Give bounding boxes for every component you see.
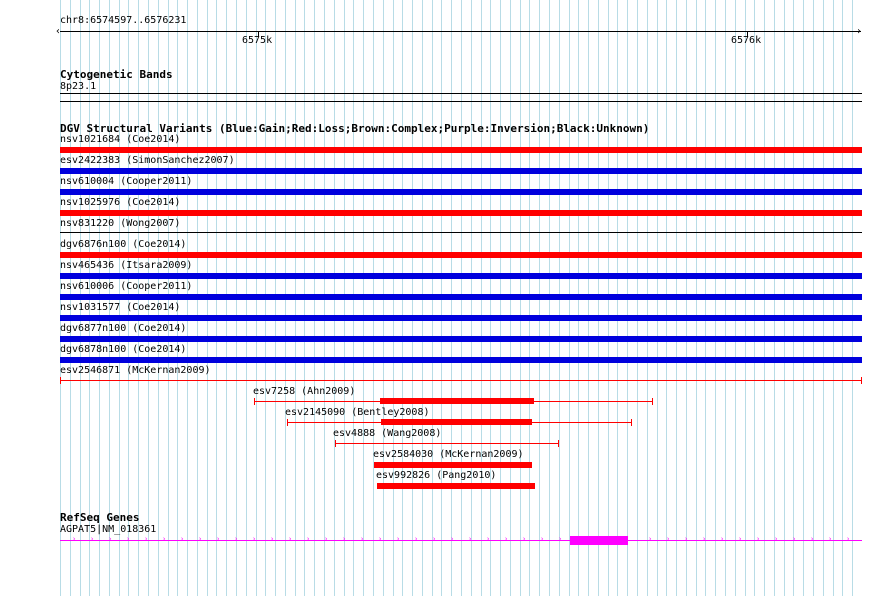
strand-arrow-icon: › xyxy=(306,535,311,543)
strand-arrow-icon: › xyxy=(450,535,455,543)
strand-arrow-icon: › xyxy=(792,535,797,543)
feature-label[interactable]: esv2546871 (McKernan2009) xyxy=(60,365,211,377)
ruler-tick-label: 6576k xyxy=(731,35,762,46)
gain-feature-bar[interactable] xyxy=(60,273,862,279)
strand-arrow-icon: › xyxy=(234,535,239,543)
feature-label[interactable]: esv2422383 (SimonSanchez2007) xyxy=(60,155,235,167)
strand-arrow-icon: › xyxy=(684,535,689,543)
ruler-left-arrow: ‹ xyxy=(55,26,62,37)
cytoband-track-title[interactable]: Cytogenetic Bands xyxy=(60,68,173,81)
loss-feature-bar[interactable] xyxy=(60,252,862,258)
loss-feature-bar[interactable] xyxy=(381,419,532,425)
strand-arrow-icon: › xyxy=(486,535,491,543)
strand-arrow-icon: › xyxy=(738,535,743,543)
feature-end-cap xyxy=(254,398,255,405)
strand-arrow-icon: › xyxy=(522,535,527,543)
ruler-right-arrow: › xyxy=(856,26,863,37)
gain-feature-bar[interactable] xyxy=(60,168,862,174)
unknown-feature-bar[interactable] xyxy=(60,232,862,233)
cytoband-top-line xyxy=(60,93,862,94)
strand-arrow-icon: › xyxy=(432,535,437,543)
ruler-location-label: chr8:6574597..6576231 xyxy=(60,15,187,26)
loss-feature-bar[interactable] xyxy=(380,398,534,404)
strand-arrow-icon: › xyxy=(504,535,509,543)
strand-arrow-icon: › xyxy=(162,535,167,543)
strand-arrow-icon: › xyxy=(288,535,293,543)
feature-end-cap xyxy=(652,398,653,405)
strand-arrow-icon: › xyxy=(702,535,707,543)
feature-label[interactable]: nsv1021684 (Coe2014) xyxy=(60,134,180,146)
gain-feature-bar[interactable] xyxy=(60,357,862,363)
feature-label[interactable]: nsv610006 (Cooper2011) xyxy=(60,281,192,293)
refseq-track-title[interactable]: RefSeq Genes xyxy=(60,511,139,524)
strand-arrow-icon: › xyxy=(270,535,275,543)
strand-arrow-icon: › xyxy=(756,535,761,543)
cytoband-label[interactable]: 8p23.1 xyxy=(60,81,96,93)
strand-arrow-icon: › xyxy=(90,535,95,543)
feature-label[interactable]: nsv610004 (Cooper2011) xyxy=(60,176,192,188)
strand-arrow-icon: › xyxy=(396,535,401,543)
strand-arrow-icon: › xyxy=(468,535,473,543)
feature-end-cap xyxy=(335,440,336,447)
ruler-axis-line xyxy=(60,31,861,32)
loss-feature-bar[interactable] xyxy=(60,147,862,153)
strand-arrow-icon: › xyxy=(666,535,671,543)
feature-label[interactable]: nsv465436 (Itsara2009) xyxy=(60,260,192,272)
loss-feature-line[interactable] xyxy=(335,443,559,444)
feature-end-cap xyxy=(287,419,288,426)
ruler-tick-label: 6575k xyxy=(242,35,273,46)
strand-arrow-icon: › xyxy=(108,535,113,543)
strand-arrow-icon: › xyxy=(720,535,725,543)
strand-arrow-icon: › xyxy=(252,535,257,543)
gain-feature-bar[interactable] xyxy=(60,189,862,195)
gain-feature-bar[interactable] xyxy=(60,294,862,300)
feature-label[interactable]: dgv6878n100 (Coe2014) xyxy=(60,344,186,356)
strand-arrow-icon: › xyxy=(324,535,329,543)
strand-arrow-icon: › xyxy=(414,535,419,543)
strand-arrow-icon: › xyxy=(846,535,851,543)
genome-browser-panel: chr8:6574597..6576231 ‹ › 6575k 6576k Cy… xyxy=(0,0,890,596)
strand-arrow-icon: › xyxy=(198,535,203,543)
loss-feature-bar[interactable] xyxy=(374,462,532,468)
feature-end-cap xyxy=(631,419,632,426)
feature-label[interactable]: nsv831220 (Wong2007) xyxy=(60,218,180,230)
feature-label[interactable]: esv7258 (Ahn2009) xyxy=(253,386,355,398)
strand-arrow-icon: › xyxy=(342,535,347,543)
feature-label[interactable]: dgv6876n100 (Coe2014) xyxy=(60,239,186,251)
feature-label[interactable]: esv2145090 (Bentley2008) xyxy=(285,407,430,419)
feature-label[interactable]: dgv6877n100 (Coe2014) xyxy=(60,323,186,335)
feature-end-cap xyxy=(558,440,559,447)
feature-label[interactable]: esv992826 (Pang2010) xyxy=(376,470,496,482)
gain-feature-bar[interactable] xyxy=(60,315,862,321)
feature-label[interactable]: nsv1025976 (Coe2014) xyxy=(60,197,180,209)
cytoband-bottom-line xyxy=(60,101,862,102)
feature-label[interactable]: esv4888 (Wang2008) xyxy=(333,428,441,440)
strand-arrow-icon: › xyxy=(144,535,149,543)
gene-exon-block[interactable] xyxy=(570,536,628,545)
strand-arrow-icon: › xyxy=(774,535,779,543)
strand-arrow-icon: › xyxy=(648,535,653,543)
loss-feature-bar[interactable] xyxy=(377,483,535,489)
strand-arrow-icon: › xyxy=(828,535,833,543)
loss-feature-bar[interactable] xyxy=(60,210,862,216)
strand-arrow-icon: › xyxy=(126,535,131,543)
strand-arrow-icon: › xyxy=(72,535,77,543)
strand-arrow-icon: › xyxy=(360,535,365,543)
feature-end-cap xyxy=(60,377,61,384)
gain-feature-bar[interactable] xyxy=(60,336,862,342)
strand-arrow-icon: › xyxy=(810,535,815,543)
strand-arrow-icon: › xyxy=(378,535,383,543)
feature-label[interactable]: nsv1031577 (Coe2014) xyxy=(60,302,180,314)
strand-arrow-icon: › xyxy=(216,535,221,543)
strand-arrow-icon: › xyxy=(558,535,563,543)
loss-feature-line[interactable] xyxy=(60,380,862,381)
strand-arrow-icon: › xyxy=(180,535,185,543)
strand-arrow-icon: › xyxy=(540,535,545,543)
feature-end-cap xyxy=(861,377,862,384)
feature-label[interactable]: esv2584030 (McKernan2009) xyxy=(373,449,524,461)
